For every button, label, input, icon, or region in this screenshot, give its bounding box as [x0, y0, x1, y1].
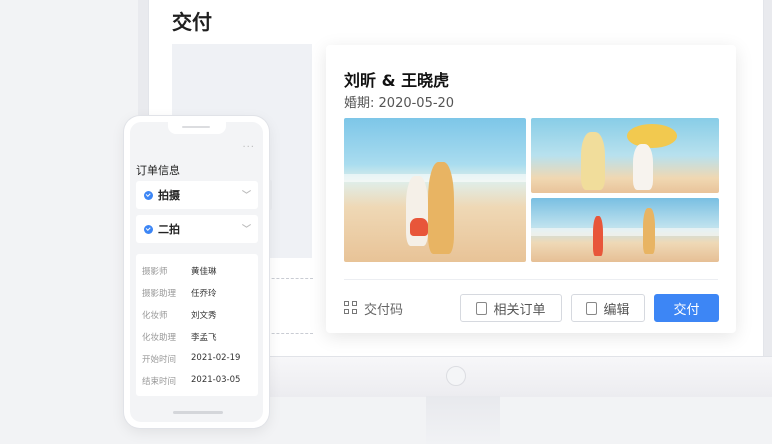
couple-names: 刘昕 & 王晓虎 [344, 71, 450, 90]
wedding-photo-top-right[interactable] [531, 118, 719, 193]
chevron-down-icon: ﹀ [241, 191, 251, 201]
phone-notch [168, 122, 226, 134]
detail-value: 2021-03-05 [191, 375, 241, 385]
detail-label: 化妆助理 [142, 333, 177, 343]
detail-value: 任乔玲 [191, 289, 217, 299]
detail-row: 摄影师 黄佳琳 [142, 265, 217, 277]
deliver-button[interactable]: 交付 [654, 294, 719, 322]
page-title: 交付 [172, 10, 212, 34]
section-shooting[interactable]: 拍摄 ﹀ [136, 181, 258, 209]
section-reshoot[interactable]: 二拍 ﹀ [136, 215, 258, 243]
phone-side-button [269, 180, 272, 210]
detail-label: 开始时间 [142, 355, 177, 365]
detail-row: 化妆师 刘文秀 [142, 309, 217, 321]
qr-code-icon [344, 301, 358, 315]
detail-row: 化妆助理 李孟飞 [142, 331, 217, 343]
detail-row: 摄影助理 任乔玲 [142, 287, 217, 299]
detail-label: 化妆师 [142, 311, 168, 321]
chevron-down-icon: ﹀ [241, 225, 251, 235]
detail-label: 结束时间 [142, 377, 177, 387]
check-circle-icon [144, 190, 153, 200]
more-icon[interactable]: ··· [242, 142, 255, 153]
detail-row: 开始时间 2021-02-19 [142, 353, 240, 365]
monitor-stand [426, 396, 500, 444]
wedding-date: 婚期: 2020-05-20 [344, 92, 454, 111]
edit-label: 编辑 [603, 302, 630, 318]
detail-value: 黄佳琳 [191, 267, 217, 277]
deliver-label: 交付 [673, 302, 700, 318]
clipboard-icon [476, 301, 488, 315]
phone-screen: ··· 订单信息 拍摄 ﹀ 二拍 ﹀ 摄影师 黄佳琳 摄影助理 任乔玲 化妆师 … [130, 122, 263, 422]
detail-value: 2021-02-19 [191, 353, 241, 363]
related-orders-button[interactable]: 相关订单 [460, 294, 562, 322]
upload-placeholder[interactable] [262, 278, 313, 334]
wedding-date-value: 2020-05-20 [378, 96, 455, 111]
check-circle-icon [144, 224, 153, 234]
detail-label: 摄影助理 [142, 289, 177, 299]
detail-value: 刘文秀 [191, 311, 217, 321]
delivery-code-button[interactable]: 交付码 [344, 295, 403, 321]
wedding-photo-main[interactable] [344, 118, 526, 262]
section-reshoot-label: 二拍 [158, 223, 180, 236]
order-info-title: 订单信息 [136, 164, 180, 177]
delivery-code-label: 交付码 [364, 302, 404, 318]
edit-icon [586, 301, 598, 315]
phone-mockup: ··· 订单信息 拍摄 ﹀ 二拍 ﹀ 摄影师 黄佳琳 摄影助理 任乔玲 化妆师 … [124, 116, 269, 428]
wedding-photo-bottom-right[interactable] [531, 198, 719, 262]
section-shooting-label: 拍摄 [158, 189, 180, 202]
order-details: 摄影师 黄佳琳 摄影助理 任乔玲 化妆师 刘文秀 化妆助理 李孟飞 开始时间 2… [136, 254, 258, 396]
delivery-card: 刘昕 & 王晓虎 婚期: 2020-05-20 交付码 相关订单 编辑 交付 [326, 45, 736, 333]
related-orders-label: 相关订单 [493, 302, 546, 318]
home-indicator [173, 411, 223, 414]
edit-button[interactable]: 编辑 [571, 294, 645, 322]
monitor-power-button [446, 366, 466, 386]
detail-value: 李孟飞 [191, 333, 217, 343]
detail-row: 结束时间 2021-03-05 [142, 375, 240, 387]
detail-label: 摄影师 [142, 267, 168, 277]
card-divider [344, 279, 718, 280]
wedding-date-label: 婚期: [344, 96, 375, 111]
